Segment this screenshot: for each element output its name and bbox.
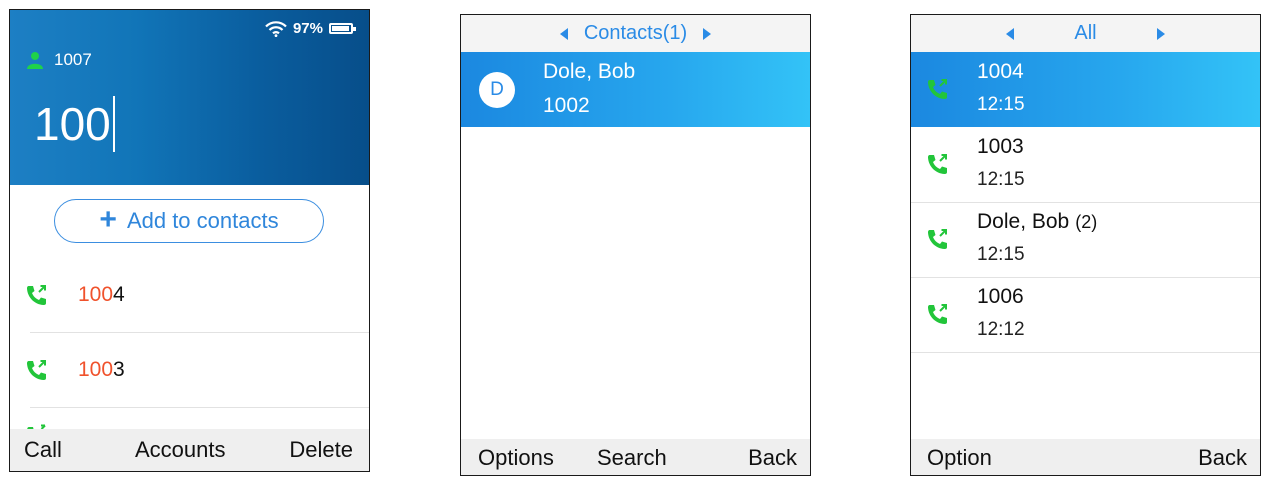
history-filter-title: All bbox=[1074, 22, 1097, 44]
option-softkey[interactable]: Option bbox=[927, 445, 992, 471]
call-softkey[interactable]: Call bbox=[24, 437, 62, 463]
outgoing-call-icon bbox=[27, 285, 46, 305]
dialer-header: 97% 1007 100 bbox=[10, 10, 369, 185]
history-item-selected[interactable]: 1004 12:15 bbox=[911, 52, 1260, 127]
contact-name: Dole, Bob bbox=[543, 60, 636, 83]
person-icon bbox=[27, 52, 43, 69]
dialed-number: 100 bbox=[34, 98, 111, 150]
history-time: 12:15 bbox=[977, 244, 1025, 265]
account-indicator[interactable]: 1007 bbox=[26, 50, 92, 70]
contacts-nav: Contacts(1) bbox=[461, 15, 810, 52]
delete-softkey[interactable]: Delete bbox=[289, 437, 353, 463]
divider bbox=[30, 407, 369, 408]
history-item[interactable]: 1003 12:15 bbox=[911, 127, 1260, 202]
status-bar: 97% bbox=[265, 20, 356, 37]
back-softkey[interactable]: Back bbox=[1198, 445, 1247, 471]
back-softkey[interactable]: Back bbox=[748, 445, 797, 471]
dialed-number-input[interactable]: 100 bbox=[34, 96, 115, 152]
battery-percent: 97% bbox=[292, 20, 323, 37]
contacts-screen: Contacts(1) D Dole, Bob 1002 Options Sea… bbox=[460, 14, 811, 476]
contact-item-selected[interactable]: D Dole, Bob 1002 bbox=[461, 52, 810, 127]
nav-left-arrow-icon[interactable] bbox=[1006, 27, 1015, 40]
match-number: 1004 bbox=[78, 283, 125, 306]
nav-right-arrow-icon[interactable] bbox=[703, 27, 712, 40]
history-item[interactable]: Dole, Bob (2) 12:15 bbox=[911, 202, 1260, 277]
history-name: 1004 bbox=[977, 60, 1024, 83]
list-item[interactable]: 1003 bbox=[10, 333, 369, 407]
search-softkey[interactable]: Search bbox=[597, 445, 667, 471]
battery-icon bbox=[329, 23, 356, 34]
softkey-bar: Option Back bbox=[911, 439, 1260, 475]
text-cursor bbox=[112, 96, 115, 152]
account-number: 1007 bbox=[54, 50, 92, 69]
dialer-screen: 97% 1007 100 + Add to contacts 1004 1003… bbox=[9, 9, 370, 472]
nav-right-arrow-icon[interactable] bbox=[1156, 27, 1165, 40]
contacts-title: Contacts(1) bbox=[583, 22, 688, 44]
softkey-bar: Options Search Back bbox=[461, 439, 810, 475]
history-time: 12:15 bbox=[977, 169, 1025, 190]
add-to-contacts-button[interactable]: + Add to contacts bbox=[54, 199, 324, 243]
list-item[interactable]: 1004 bbox=[10, 258, 369, 332]
battery-level bbox=[332, 26, 350, 31]
add-to-contacts-label: Add to contacts bbox=[126, 208, 279, 233]
nav-left-arrow-icon[interactable] bbox=[559, 27, 568, 40]
call-history-screen: All 1004 12:15 1003 12:15 Dole, Bob (2) 1… bbox=[910, 14, 1261, 476]
history-nav: All bbox=[911, 15, 1260, 52]
options-softkey[interactable]: Options bbox=[478, 445, 554, 471]
plus-icon: + bbox=[99, 202, 117, 236]
wifi-icon bbox=[265, 20, 287, 37]
outgoing-call-icon bbox=[928, 154, 947, 174]
contact-number: 1002 bbox=[543, 94, 590, 117]
history-time: 12:15 bbox=[977, 94, 1025, 115]
history-name: 1006 bbox=[977, 285, 1024, 308]
history-time: 12:12 bbox=[977, 319, 1025, 340]
avatar: D bbox=[479, 72, 515, 108]
outgoing-call-icon bbox=[928, 229, 947, 249]
outgoing-call-icon bbox=[928, 79, 947, 99]
history-name: Dole, Bob (2) bbox=[977, 210, 1098, 233]
softkey-bar: Call Accounts Delete bbox=[10, 429, 369, 471]
accounts-softkey[interactable]: Accounts bbox=[135, 437, 226, 463]
match-number: 1003 bbox=[78, 358, 125, 381]
history-item[interactable]: 1006 12:12 bbox=[911, 277, 1260, 352]
outgoing-call-icon bbox=[928, 304, 947, 324]
outgoing-call-icon bbox=[27, 360, 46, 380]
divider bbox=[911, 352, 1260, 353]
history-name: 1003 bbox=[977, 135, 1024, 158]
